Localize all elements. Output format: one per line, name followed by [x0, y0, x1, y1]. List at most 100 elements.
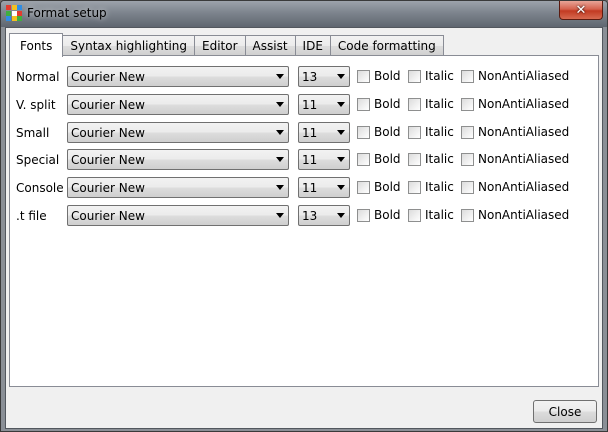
nonantialiased-checkbox[interactable]: NonAntiAliased [461, 125, 569, 139]
italic-checkbox[interactable]: Italic [408, 97, 454, 111]
tab-assist[interactable]: Assist [244, 35, 296, 56]
nonantialiased-label: NonAntiAliased [478, 180, 570, 194]
checkbox-box[interactable] [357, 125, 370, 139]
italic-label: Italic [425, 125, 454, 139]
window-title: Format setup [27, 6, 107, 20]
font-row: Special Courier New 11 Bold Italic NonAn… [10, 149, 598, 171]
font-row-label: Small [16, 126, 50, 140]
font-size-select[interactable]: 11 [298, 122, 350, 143]
checkbox-box[interactable] [357, 180, 370, 194]
italic-checkbox[interactable]: Italic [408, 69, 454, 83]
checkbox-box[interactable] [461, 180, 474, 194]
nonantialiased-checkbox[interactable]: NonAntiAliased [461, 208, 569, 222]
checkbox-box[interactable] [408, 125, 421, 139]
title-bar[interactable]: Format setup ✕ [1, 1, 607, 27]
checkbox-box[interactable] [408, 97, 421, 111]
close-button[interactable]: Close [533, 400, 597, 423]
font-size-select[interactable]: 13 [298, 205, 350, 226]
icon-cell [6, 5, 11, 10]
italic-checkbox[interactable]: Italic [408, 208, 454, 222]
font-row-label: Special [16, 153, 60, 167]
chevron-down-icon [276, 157, 284, 162]
bold-checkbox[interactable]: Bold [357, 180, 401, 194]
checkbox-box[interactable] [461, 69, 474, 83]
checkbox-box[interactable] [357, 97, 370, 111]
font-row: .t file Courier New 13 Bold Italic NonAn… [10, 205, 598, 227]
font-family-value: Courier New [71, 181, 145, 195]
font-size-value: 13 [302, 70, 318, 84]
tab-strip: Fonts Syntax highlighting Editor Assist IDE C… [9, 32, 444, 57]
nonantialiased-checkbox[interactable]: NonAntiAliased [461, 152, 569, 166]
font-size-select[interactable]: 11 [298, 149, 350, 170]
chevron-down-icon [337, 185, 345, 190]
nonantialiased-label: NonAntiAliased [478, 97, 570, 111]
checkbox-box[interactable] [408, 180, 421, 194]
nonantialiased-label: NonAntiAliased [478, 152, 570, 166]
icon-cell [17, 16, 22, 21]
font-row: Small Courier New 11 Bold Italic NonAnti… [10, 122, 598, 144]
bold-checkbox[interactable]: Bold [357, 152, 401, 166]
nonantialiased-checkbox[interactable]: NonAntiAliased [461, 69, 569, 83]
bold-label: Bold [374, 208, 401, 222]
checkbox-box[interactable] [357, 208, 370, 222]
font-size-select[interactable]: 11 [298, 94, 350, 115]
bold-checkbox[interactable]: Bold [357, 97, 401, 111]
nonantialiased-checkbox[interactable]: NonAntiAliased [461, 97, 569, 111]
bold-checkbox[interactable]: Bold [357, 208, 401, 222]
font-family-select[interactable]: Courier New [67, 177, 289, 198]
icon-cell [17, 10, 22, 16]
chevron-down-icon [276, 185, 284, 190]
font-family-select[interactable]: Courier New [67, 94, 289, 115]
font-family-select[interactable]: Courier New [67, 205, 289, 226]
italic-checkbox[interactable]: Italic [408, 152, 454, 166]
checkbox-box[interactable] [408, 152, 421, 166]
window-close-button[interactable]: ✕ [559, 1, 603, 20]
tab-ide[interactable]: IDE [294, 35, 331, 56]
font-size-value: 11 [302, 126, 318, 140]
font-size-value: 11 [302, 98, 318, 112]
font-row: V. split Courier New 11 Bold Italic NonA… [10, 94, 598, 116]
checkbox-box[interactable] [461, 152, 474, 166]
checkbox-box[interactable] [461, 97, 474, 111]
checkbox-box[interactable] [461, 125, 474, 139]
font-family-value: Courier New [71, 153, 145, 167]
font-size-select[interactable]: 11 [298, 177, 350, 198]
tab-syntax-highlighting[interactable]: Syntax highlighting [62, 35, 196, 56]
chevron-down-icon [337, 157, 345, 162]
checkbox-box[interactable] [408, 208, 421, 222]
tab-fonts[interactable]: Fonts [9, 33, 64, 57]
format-setup-window: Format setup ✕ Fonts Syntax highlighting E… [0, 0, 608, 432]
font-row-label: .t file [16, 209, 47, 223]
font-row: Normal Courier New 13 Bold Italic NonAnt… [10, 66, 598, 88]
checkbox-box[interactable] [408, 69, 421, 83]
icon-cell [6, 10, 11, 16]
tab-editor[interactable]: Editor [194, 35, 246, 56]
checkbox-box[interactable] [357, 69, 370, 83]
checkbox-box[interactable] [357, 152, 370, 166]
bold-label: Bold [374, 152, 401, 166]
checkbox-box[interactable] [461, 208, 474, 222]
italic-checkbox[interactable]: Italic [408, 180, 454, 194]
bold-label: Bold [374, 97, 401, 111]
chevron-down-icon [276, 102, 284, 107]
font-size-value: 11 [302, 181, 318, 195]
icon-cell [11, 5, 17, 10]
italic-label: Italic [425, 180, 454, 194]
chevron-down-icon [337, 130, 345, 135]
chevron-down-icon [337, 213, 345, 218]
close-icon: ✕ [575, 2, 587, 18]
font-family-select[interactable]: Courier New [67, 149, 289, 170]
tab-code-formatting[interactable]: Code formatting [329, 35, 444, 56]
font-family-value: Courier New [71, 209, 145, 223]
font-size-select[interactable]: 13 [298, 66, 350, 87]
bold-checkbox[interactable]: Bold [357, 125, 401, 139]
nonantialiased-checkbox[interactable]: NonAntiAliased [461, 180, 569, 194]
font-family-select[interactable]: Courier New [67, 122, 289, 143]
font-row-label: Console [16, 181, 64, 195]
italic-checkbox[interactable]: Italic [408, 125, 454, 139]
bold-checkbox[interactable]: Bold [357, 69, 401, 83]
nonantialiased-label: NonAntiAliased [478, 208, 570, 222]
icon-cell [11, 16, 17, 21]
font-size-value: 13 [302, 209, 318, 223]
font-family-select[interactable]: Courier New [67, 66, 289, 87]
